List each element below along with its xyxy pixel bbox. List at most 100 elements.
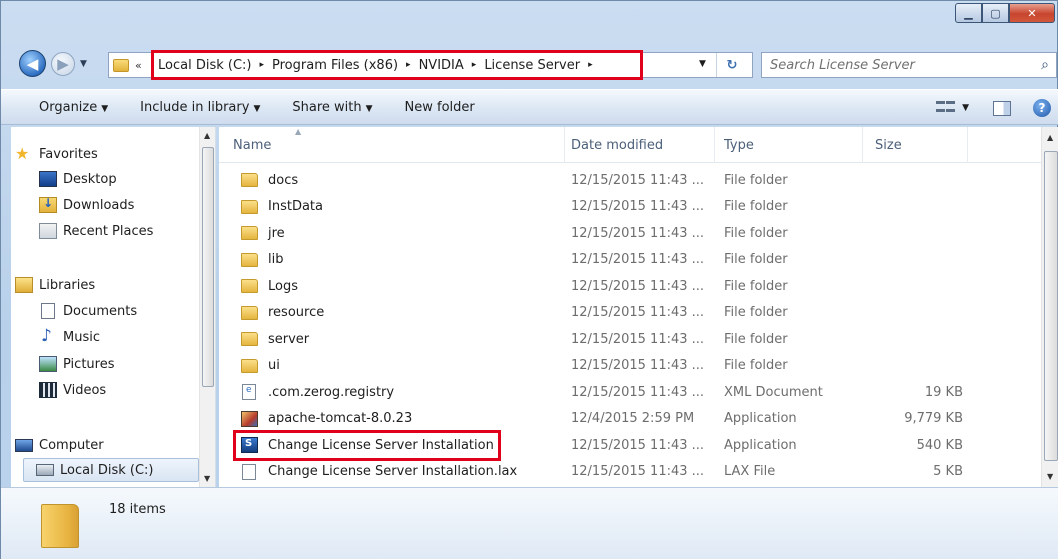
xml-document-icon xyxy=(242,384,256,401)
column-type[interactable]: Type xyxy=(715,127,863,163)
table-row[interactable]: apache-tomcat-8.0.23 12/4/2015 2:59 PM A… xyxy=(219,406,1041,433)
scroll-down-icon[interactable]: ▼ xyxy=(1047,472,1053,481)
navigation-bar: ◀ ▶ ▼ « Local Disk (C:) ▸ Program Files … xyxy=(1,47,1058,81)
file-name: InstData xyxy=(268,199,323,215)
file-list-scroll-thumb[interactable] xyxy=(1044,151,1058,461)
file-size xyxy=(859,167,963,194)
pictures-icon xyxy=(39,356,57,372)
file-size xyxy=(859,353,963,380)
recent-places-icon xyxy=(39,223,57,239)
file-list: ▲ Name Date modified Type Size docs 12/1… xyxy=(219,127,1058,487)
organize-menu[interactable]: Organize ▼ xyxy=(29,100,118,115)
nav-videos[interactable]: Videos xyxy=(39,378,106,402)
breadcrumb-separator[interactable]: ▸ xyxy=(259,60,264,70)
file-date: 12/15/2015 11:43 ... xyxy=(571,384,705,400)
file-name: Change License Server Installation.lax xyxy=(268,464,518,480)
help-icon[interactable]: ? xyxy=(1033,99,1051,117)
breadcrumb-local-disk[interactable]: Local Disk (C:) xyxy=(158,58,251,73)
file-size: 19 KB xyxy=(924,384,963,400)
scroll-up-icon[interactable]: ▲ xyxy=(204,131,210,140)
views-icon[interactable] xyxy=(936,101,958,115)
file-name-cell: jre xyxy=(241,220,285,247)
column-name[interactable]: ▲ Name xyxy=(219,127,565,163)
table-row[interactable]: resource 12/15/2015 11:43 ... File folde… xyxy=(219,300,1041,327)
nav-documents[interactable]: Documents xyxy=(39,299,137,323)
back-button[interactable]: ◀ xyxy=(19,50,46,77)
nav-music[interactable]: Music xyxy=(39,325,100,349)
nav-label: Computer xyxy=(39,437,104,453)
address-dropdown-icon[interactable]: ▼ xyxy=(699,59,706,69)
include-in-library-menu[interactable]: Include in library ▼ xyxy=(130,100,270,115)
folder-icon xyxy=(241,279,258,294)
forward-button[interactable]: ▶ xyxy=(51,52,75,76)
file-name: docs xyxy=(268,172,299,188)
folder-icon xyxy=(241,305,258,320)
file-type: Application xyxy=(724,411,797,427)
column-date[interactable]: Date modified xyxy=(565,127,715,163)
nav-desktop[interactable]: Desktop xyxy=(39,167,117,191)
preview-pane-icon[interactable] xyxy=(993,100,1011,116)
chevron-down-icon[interactable]: ▼ xyxy=(962,103,969,113)
table-row[interactable]: Logs 12/15/2015 11:43 ... File folder xyxy=(219,273,1041,300)
table-row[interactable]: Change License Server Installation.lax 1… xyxy=(219,459,1041,486)
breadcrumb-program-files[interactable]: Program Files (x86) xyxy=(272,58,398,73)
close-button[interactable]: ✕ xyxy=(1009,3,1055,23)
file-date: 12/15/2015 11:43 ... xyxy=(571,278,705,294)
scroll-up-icon[interactable]: ▲ xyxy=(1047,133,1053,142)
file-name-cell: InstData xyxy=(241,194,323,221)
table-row[interactable]: InstData 12/15/2015 11:43 ... File folde… xyxy=(219,194,1041,221)
file-name-cell: Logs xyxy=(241,273,298,300)
nav-computer[interactable]: Computer xyxy=(15,433,104,457)
overflow-chevron[interactable]: « xyxy=(135,59,142,72)
search-icon[interactable]: ⌕ xyxy=(1034,57,1056,73)
column-size[interactable]: Size xyxy=(863,127,968,163)
file-type: File folder xyxy=(724,278,788,294)
address-bar[interactable]: « Local Disk (C:) ▸ Program Files (x86) … xyxy=(108,50,753,80)
file-type: File folder xyxy=(724,172,788,188)
new-folder-button[interactable]: New folder xyxy=(395,100,485,115)
table-row[interactable]: ui 12/15/2015 11:43 ... File folder xyxy=(219,353,1041,380)
organize-label: Organize xyxy=(39,99,98,115)
breadcrumb-separator[interactable]: ▸ xyxy=(406,60,411,70)
recent-pages-dropdown[interactable]: ▼ xyxy=(80,59,87,69)
table-row[interactable]: lib 12/15/2015 11:43 ... File folder xyxy=(219,247,1041,274)
window-controls: ▁ ▢ ✕ xyxy=(955,3,1055,23)
nav-downloads[interactable]: Downloads xyxy=(39,193,134,217)
file-date: 12/15/2015 11:43 ... xyxy=(571,437,705,453)
file-type: Application xyxy=(724,437,797,453)
table-row[interactable]: .com.zerog.registry 12/15/2015 11:43 ...… xyxy=(219,379,1041,406)
share-with-menu[interactable]: Share with ▼ xyxy=(282,100,382,115)
nav-label: Pictures xyxy=(63,356,115,372)
breadcrumb-nvidia[interactable]: NVIDIA xyxy=(419,58,464,73)
nav-favorites[interactable]: ★ Favorites xyxy=(15,142,98,166)
breadcrumb-license-server[interactable]: License Server xyxy=(484,58,580,73)
scroll-down-icon[interactable]: ▼ xyxy=(204,474,210,483)
nav-recent-places[interactable]: Recent Places xyxy=(39,219,153,243)
table-row[interactable]: jre 12/15/2015 11:43 ... File folder xyxy=(219,220,1041,247)
nav-local-disk[interactable]: Local Disk (C:) xyxy=(23,458,199,482)
nav-pictures[interactable]: Pictures xyxy=(39,352,114,376)
folder-icon xyxy=(241,226,258,241)
folder-icon xyxy=(241,252,258,267)
breadcrumb-separator[interactable]: ▸ xyxy=(588,60,593,70)
file-type: LAX File xyxy=(724,464,776,480)
nav-scrollbar[interactable]: ▲ ▼ xyxy=(199,127,215,487)
refresh-icon[interactable]: ↻ xyxy=(716,53,747,77)
nav-scroll-thumb[interactable] xyxy=(202,147,214,387)
file-date: 12/15/2015 11:43 ... xyxy=(571,199,705,215)
nav-libraries[interactable]: Libraries xyxy=(15,273,95,297)
column-name-label: Name xyxy=(233,137,272,153)
view-controls: ▼ ? xyxy=(936,90,1058,126)
file-list-scrollbar[interactable]: ▲ ▼ xyxy=(1041,127,1058,487)
file-type: File folder xyxy=(724,358,788,374)
table-row[interactable]: server 12/15/2015 11:43 ... File folder xyxy=(219,326,1041,353)
chevron-down-icon: ▼ xyxy=(101,103,109,114)
maximize-button[interactable]: ▢ xyxy=(982,3,1009,23)
file-name: Logs xyxy=(268,278,298,294)
table-row[interactable]: docs 12/15/2015 11:43 ... File folder xyxy=(219,167,1041,194)
minimize-button[interactable]: ▁ xyxy=(955,3,982,23)
file-name-cell: .com.zerog.registry xyxy=(241,379,394,406)
breadcrumb-separator[interactable]: ▸ xyxy=(472,60,477,70)
command-bar: Organize ▼ Include in library ▼ Share with… xyxy=(1,89,1058,125)
search-input[interactable] xyxy=(762,54,1034,76)
